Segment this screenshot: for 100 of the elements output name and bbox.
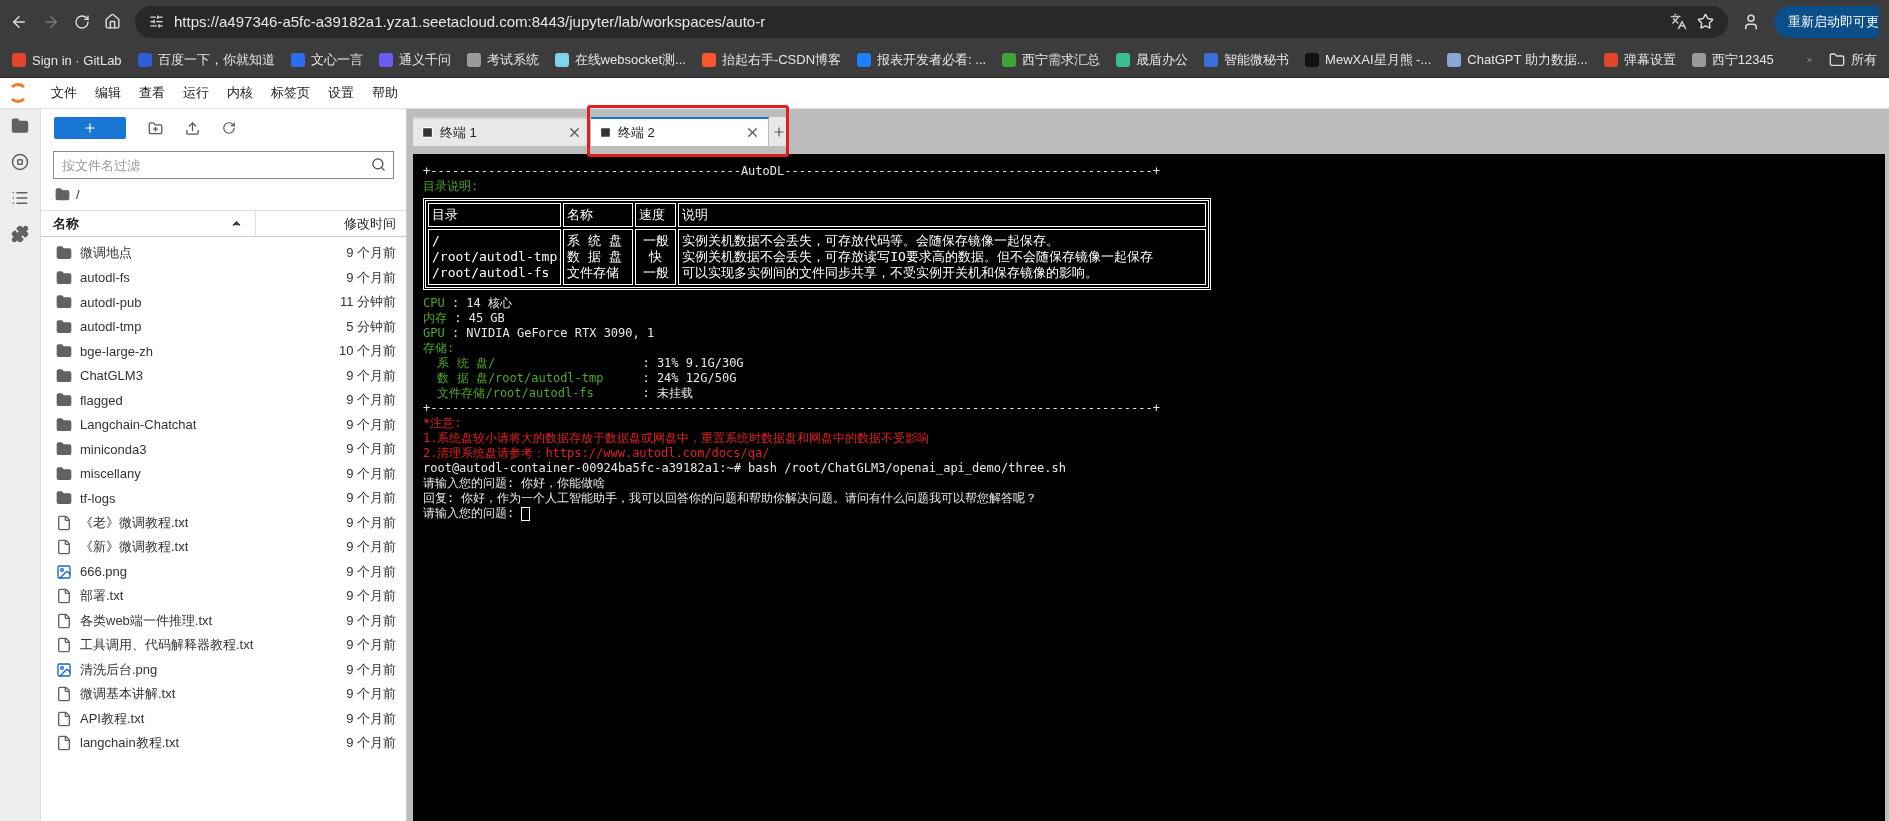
breadcrumb-path[interactable]: / bbox=[76, 187, 80, 202]
search-icon bbox=[371, 157, 386, 172]
file-row[interactable]: 部署.txt 9 个月前 bbox=[41, 584, 406, 609]
menu-item[interactable]: 设置 bbox=[319, 84, 363, 102]
cell-line: 快 bbox=[648, 249, 664, 265]
terminal-line: 回复: 你好，作为一个人工智能助手，我可以回答你的问题和帮助你解决问题。请问有什么问题我可以帮您解答呢？ bbox=[423, 491, 1039, 506]
file-row[interactable]: autodl-fs 9 个月前 bbox=[41, 265, 406, 290]
close-icon[interactable] bbox=[745, 125, 760, 140]
home-button[interactable] bbox=[104, 13, 121, 30]
profile-icon[interactable] bbox=[1742, 12, 1760, 31]
new-folder-icon[interactable] bbox=[148, 120, 163, 136]
cell-line: /root/autodl-fs bbox=[432, 265, 551, 281]
file-row[interactable]: miscellany 9 个月前 bbox=[41, 461, 406, 486]
bookmark[interactable]: 报表开发者必看: ... bbox=[857, 51, 987, 69]
folder-icon bbox=[55, 187, 70, 202]
file-row[interactable]: 清洗后台.png 9 个月前 bbox=[41, 657, 406, 682]
add-tab-button[interactable] bbox=[769, 117, 789, 146]
terminal-line: 内存 : 45 GB bbox=[423, 311, 506, 326]
cell-line: 可以实现多实例间的文件同步共享，不受实例开关机和保存镜像的影响。 bbox=[682, 265, 1100, 281]
folder-icon bbox=[56, 441, 72, 458]
file-row[interactable]: 微调地点 9 个月前 bbox=[41, 241, 406, 266]
folder-icon bbox=[56, 343, 72, 360]
file-row[interactable]: 《老》微调教程.txt 9 个月前 bbox=[41, 510, 406, 535]
menu-item[interactable]: 标签页 bbox=[262, 84, 319, 102]
file-row[interactable]: API教程.txt 9 个月前 bbox=[41, 706, 406, 731]
terminal-line: 目录说明: bbox=[423, 179, 480, 194]
bookmark[interactable]: MewXAI星月熊 -... bbox=[1305, 51, 1432, 69]
bookmark[interactable]: 弹幕设置 bbox=[1603, 51, 1676, 69]
menu-item[interactable]: 运行 bbox=[174, 84, 218, 102]
refresh-icon[interactable] bbox=[222, 121, 236, 135]
file-row[interactable]: 工具调用、代码解释器教程.txt 9 个月前 bbox=[41, 633, 406, 658]
file-icon bbox=[56, 686, 72, 703]
terminal-tab[interactable]: 终端 2 bbox=[591, 117, 769, 146]
file-row[interactable]: Langchain-Chatchat 9 个月前 bbox=[41, 412, 406, 437]
translate-icon[interactable] bbox=[1670, 13, 1687, 30]
update-button[interactable]: 重新启动即可更 bbox=[1774, 5, 1879, 38]
menu-item[interactable]: 编辑 bbox=[86, 84, 130, 102]
file-row[interactable]: 《新》微调教程.txt 9 个月前 bbox=[41, 535, 406, 560]
menu-item[interactable]: 查看 bbox=[130, 84, 174, 102]
image-file-icon bbox=[56, 563, 72, 580]
puzzle-icon[interactable] bbox=[11, 225, 29, 243]
terminal-icon bbox=[421, 126, 434, 139]
file-row[interactable]: bge-large-zh 10 个月前 bbox=[41, 339, 406, 364]
file-row[interactable]: autodl-pub 11 分钟前 bbox=[41, 290, 406, 315]
site-info-icon[interactable] bbox=[149, 14, 164, 29]
table-cell: 目录 bbox=[428, 203, 562, 227]
column-header[interactable]: 修改时间 bbox=[256, 211, 406, 236]
file-row[interactable]: autodl-tmp 5 分钟前 bbox=[41, 314, 406, 339]
star-icon[interactable] bbox=[1697, 13, 1714, 30]
file-row[interactable]: tf-logs 9 个月前 bbox=[41, 486, 406, 511]
bookmark[interactable]: 西宁12345 bbox=[1691, 51, 1774, 69]
bookmark[interactable]: 通义千问 bbox=[378, 51, 451, 69]
list-icon[interactable] bbox=[11, 189, 29, 207]
folder-icon bbox=[56, 294, 72, 311]
bookmark[interactable]: 文心一言 bbox=[290, 51, 363, 69]
cell-line: 系 统 盘 bbox=[567, 233, 623, 249]
address-bar[interactable]: https://a497346-a5fc-a39182a1.yza1.seetacloud.com:8443/jupyter/lab/workspaces/auto-r bbox=[135, 5, 1728, 38]
file-row[interactable]: 各类web端一件推理.txt 9 个月前 bbox=[41, 608, 406, 633]
bookmark[interactable]: 考试系统 bbox=[466, 51, 539, 69]
menu-item[interactable]: 内核 bbox=[218, 84, 262, 102]
file-icon bbox=[56, 612, 72, 629]
bookmark[interactable]: ChatGPT 助力数据... bbox=[1447, 51, 1588, 69]
terminal-line: root@autodl-container-00924ba5fc-a39182a1:~# bash /root/ChatGLM3/openai_api_demo/three.sh bbox=[423, 461, 1067, 476]
bookmark[interactable]: Sign in · GitLab bbox=[12, 52, 122, 68]
folder-icon bbox=[56, 367, 72, 384]
cell-line: 一般 bbox=[641, 233, 670, 249]
menu-item[interactable]: 文件 bbox=[42, 84, 86, 102]
filter-field[interactable]: 按文件名过滤 bbox=[53, 151, 394, 179]
bookmark[interactable]: 智能微秘书 bbox=[1204, 51, 1290, 69]
terminal-screen[interactable] bbox=[413, 154, 1885, 821]
cell-line: 一般 bbox=[641, 265, 670, 281]
folder-icon bbox=[56, 392, 72, 409]
cell-line: 实例关机数据不会丢失，可存放读写IO要求高的数据。但不会随保存镜像一起保存 bbox=[682, 249, 1154, 265]
file-row[interactable]: 666.png 9 个月前 bbox=[41, 559, 406, 584]
terminal-tab[interactable]: 终端 1 bbox=[413, 117, 591, 146]
bookmark[interactable]: 在线websocket测... bbox=[554, 51, 686, 69]
bookmark[interactable]: 晟盾办公 bbox=[1116, 51, 1189, 69]
close-icon[interactable] bbox=[567, 125, 582, 140]
bookmarks-folder[interactable]: 所有 bbox=[1829, 51, 1877, 69]
folder-icon bbox=[56, 416, 72, 433]
file-row[interactable]: ChatGLM3 9 个月前 bbox=[41, 363, 406, 388]
bookmark[interactable]: 抬起右手-CSDN博客 bbox=[701, 51, 842, 69]
image-file-icon bbox=[56, 661, 72, 678]
folder-icon[interactable] bbox=[11, 117, 29, 135]
folder-icon bbox=[1829, 52, 1845, 68]
file-row[interactable]: 微调基本讲解.txt 9 个月前 bbox=[41, 682, 406, 707]
bookmark[interactable]: 百度一下，你就知道 bbox=[137, 51, 275, 69]
reload-button[interactable] bbox=[74, 13, 90, 30]
file-icon bbox=[56, 514, 72, 531]
column-header[interactable]: 名称 bbox=[41, 211, 256, 236]
terminal-line: GPU : NVIDIA GeForce RTX 3090, 1 bbox=[423, 326, 656, 341]
terminal-line: CPU : 14 核心 bbox=[423, 296, 514, 311]
file-row[interactable]: langchain教程.txt 9 个月前 bbox=[41, 731, 406, 756]
cell-line: / bbox=[432, 233, 441, 249]
file-row[interactable]: flagged 9 个月前 bbox=[41, 388, 406, 413]
menu-item[interactable]: 帮助 bbox=[363, 84, 407, 102]
stop-icon[interactable] bbox=[11, 153, 29, 171]
file-row[interactable]: miniconda3 9 个月前 bbox=[41, 437, 406, 462]
bookmark[interactable]: 西宁需求汇总 bbox=[1002, 51, 1101, 69]
upload-icon[interactable] bbox=[185, 120, 200, 136]
